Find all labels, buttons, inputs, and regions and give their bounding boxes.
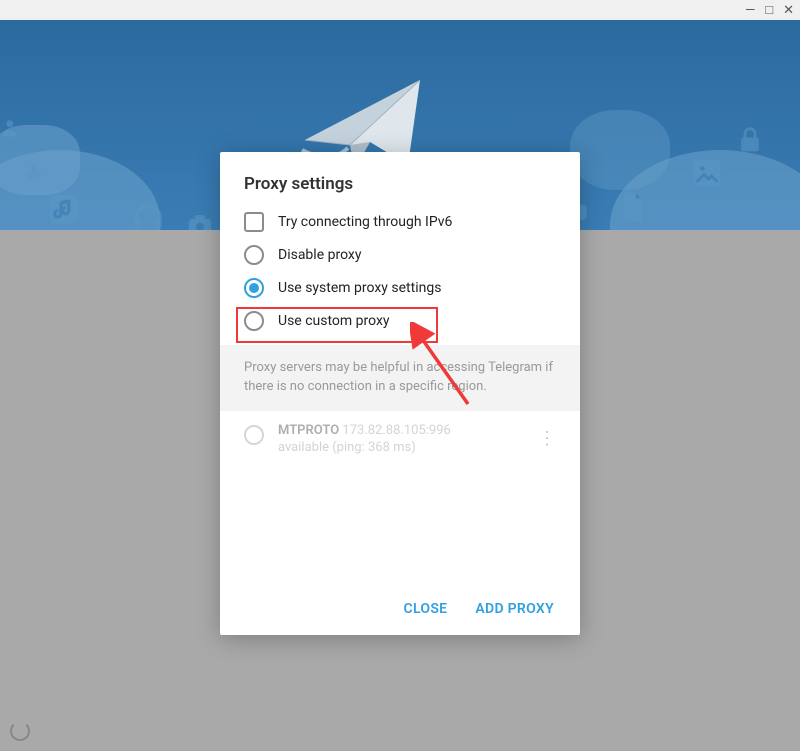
- dialog-title: Proxy settings: [220, 152, 580, 212]
- checkbox-icon: [244, 212, 264, 232]
- radio-icon: [244, 425, 264, 445]
- close-button[interactable]: CLOSE: [404, 601, 448, 617]
- proxy-settings-dialog: Proxy settings Try connecting through IP…: [220, 152, 580, 635]
- custom-proxy-radio[interactable]: Use custom proxy: [244, 311, 556, 331]
- decorative-user-icon: [0, 115, 26, 145]
- proxy-protocol: MTPROTO: [278, 423, 339, 438]
- proxy-address: 173.82.88.105:996: [342, 423, 450, 438]
- proxy-list: MTPROTO 173.82.88.105:996 available (pin…: [220, 411, 580, 463]
- radio-icon: [244, 311, 264, 331]
- dialog-actions: CLOSE ADD PROXY: [220, 585, 580, 635]
- decorative-photo-icon: [689, 155, 725, 195]
- decorative-camera-icon: [185, 210, 215, 230]
- info-text: Proxy servers may be helpful in accessin…: [220, 345, 580, 411]
- ipv6-checkbox-option[interactable]: Try connecting through IPv6: [244, 212, 556, 232]
- decorative-file-icon: [616, 190, 650, 228]
- system-proxy-radio[interactable]: Use system proxy settings: [244, 278, 556, 298]
- disable-proxy-radio[interactable]: Disable proxy: [244, 245, 556, 265]
- radio-icon: [244, 245, 264, 265]
- option-label: Use custom proxy: [278, 313, 390, 329]
- window-close-button[interactable]: ✕: [783, 4, 794, 17]
- window-maximize-button[interactable]: □: [765, 4, 773, 17]
- radio-icon-selected: [244, 278, 264, 298]
- proxy-list-item[interactable]: MTPROTO 173.82.88.105:996 available (pin…: [244, 423, 562, 455]
- loading-spinner-icon: [10, 721, 30, 741]
- decorative-mic-icon: [20, 160, 48, 192]
- window-titlebar: — □ ✕: [0, 0, 800, 20]
- add-proxy-button[interactable]: ADD PROXY: [475, 601, 554, 617]
- option-label: Use system proxy settings: [278, 280, 441, 296]
- decorative-lock-icon: [735, 125, 765, 159]
- option-label: Try connecting through IPv6: [278, 214, 452, 230]
- option-label: Disable proxy: [278, 247, 361, 263]
- proxy-status: available (ping: 368 ms): [278, 440, 518, 455]
- kebab-menu-icon[interactable]: ⋮: [532, 424, 562, 453]
- decorative-music-icon: [45, 190, 83, 230]
- proxy-options-group: Try connecting through IPv6 Disable prox…: [220, 212, 580, 345]
- decorative-headphones-icon: [130, 200, 166, 230]
- window-minimize-button[interactable]: —: [745, 4, 755, 17]
